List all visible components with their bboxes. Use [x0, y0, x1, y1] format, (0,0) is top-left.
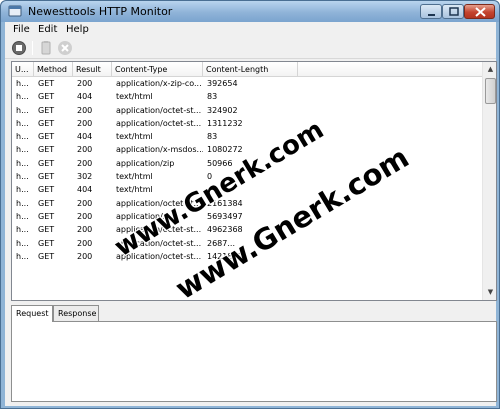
app-window: Newesttools HTTP Monitor File Edit Help [0, 0, 500, 409]
cell-content-length: 324902 [207, 105, 238, 115]
scroll-up-icon[interactable]: ▲ [484, 62, 496, 77]
table-row[interactable]: h... GET 404 text/html 83 [12, 130, 482, 143]
cell-result: 200 [77, 211, 93, 221]
cell-content-length: 83 [207, 92, 218, 102]
tab-request[interactable]: Request [11, 305, 53, 322]
clear-icon[interactable] [38, 40, 54, 56]
delete-icon[interactable] [57, 40, 73, 56]
table-row[interactable]: h... GET 200 application/x... 5693497 [12, 210, 482, 223]
menu-bar: File Edit Help [5, 22, 496, 37]
table-row[interactable]: h... GET 200 application/octet-st... 1311232 [12, 117, 482, 130]
tab-response[interactable]: Response [53, 305, 99, 321]
cell-url: h... [16, 132, 29, 142]
cell-url: h... [16, 211, 29, 221]
menu-edit[interactable]: Edit [38, 24, 57, 35]
cell-result: 404 [77, 92, 93, 102]
cell-content-length: 392654 [207, 79, 238, 88]
cell-content-type: text/html [116, 172, 153, 182]
menu-help[interactable]: Help [66, 24, 89, 35]
window-title: Newesttools HTTP Monitor [28, 5, 173, 18]
close-button[interactable] [464, 4, 495, 19]
app-icon [8, 5, 22, 17]
stop-icon[interactable] [11, 40, 27, 56]
scroll-down-icon[interactable]: ▼ [484, 285, 496, 300]
cell-url: h... [16, 158, 29, 168]
cell-method: GET [38, 172, 55, 182]
cell-content-type: text/html [116, 132, 153, 142]
cell-url: h... [16, 92, 29, 102]
table-row[interactable]: h... GET 200 application/x-zip-co... 392654 [12, 77, 482, 90]
cell-method: GET [38, 185, 55, 195]
cell-content-type: application/octet-st... [116, 118, 202, 128]
client-area: File Edit Help U... Method Result Conten… [5, 22, 497, 406]
cell-url: h... [16, 251, 29, 261]
cell-result: 200 [77, 118, 93, 128]
cell-method: GET [38, 198, 55, 208]
column-header-method[interactable]: Method [34, 62, 73, 77]
cell-method: GET [38, 238, 55, 248]
cell-result: 404 [77, 132, 93, 142]
cell-content-type: application/x-msdos... [116, 145, 203, 155]
toolbar [5, 37, 496, 59]
maximize-icon [449, 7, 459, 16]
title-bar[interactable]: Newesttools HTTP Monitor [1, 1, 499, 22]
cell-result: 200 [77, 251, 93, 261]
cell-content-type: application/octet-st... [116, 105, 202, 115]
status-bar [5, 404, 496, 406]
scroll-thumb[interactable] [485, 78, 496, 104]
cell-result: 200 [77, 105, 93, 115]
cell-method: GET [38, 132, 55, 142]
cell-url: h... [16, 185, 29, 195]
menu-file[interactable]: File [13, 24, 30, 35]
cell-url: h... [16, 118, 29, 128]
cell-result: 302 [77, 172, 93, 182]
cell-result: 200 [77, 198, 93, 208]
cell-url: h... [16, 79, 29, 88]
cell-method: GET [38, 92, 55, 102]
toolbar-separator [32, 41, 33, 55]
column-header-url[interactable]: U... [12, 62, 34, 77]
cell-url: h... [16, 225, 29, 235]
minimize-button[interactable] [420, 4, 442, 19]
cell-result: 404 [77, 185, 93, 195]
minimize-icon [428, 14, 435, 16]
table-row[interactable]: h... GET 200 application/octet-st... 324902 [12, 104, 482, 117]
cell-url: h... [16, 105, 29, 115]
column-header-content-type[interactable]: Content-Type [112, 62, 203, 77]
column-header-content-length[interactable]: Content-Length [203, 62, 298, 77]
cell-content-length: 1311232 [207, 118, 243, 128]
cell-result: 200 [77, 225, 93, 235]
cell-url: h... [16, 238, 29, 248]
cell-url: h... [16, 172, 29, 182]
cell-method: GET [38, 225, 55, 235]
cell-method: GET [38, 145, 55, 155]
cell-content-type: text/html [116, 92, 153, 102]
cell-result: 200 [77, 79, 93, 88]
cell-url: h... [16, 198, 29, 208]
detail-panel[interactable] [11, 321, 497, 402]
close-icon [475, 7, 486, 17]
cell-method: GET [38, 211, 55, 221]
cell-result: 200 [77, 238, 93, 248]
vertical-scrollbar[interactable]: ▲ ▼ [482, 62, 496, 300]
cell-method: GET [38, 158, 55, 168]
table-row[interactable]: h... GET 200 application/octet-st... 2161384 [12, 197, 482, 210]
maximize-button[interactable] [442, 4, 464, 19]
cell-method: GET [38, 79, 55, 88]
cell-method: GET [38, 251, 55, 261]
table-row[interactable]: h... GET 404 text/html 83 [12, 90, 482, 103]
cell-content-type: application/zip [116, 158, 175, 168]
cell-method: GET [38, 118, 55, 128]
cell-result: 200 [77, 158, 93, 168]
cell-url: h... [16, 145, 29, 155]
cell-method: GET [38, 105, 55, 115]
column-header-result[interactable]: Result [73, 62, 112, 77]
list-header: U... Method Result Content-Type Content-… [12, 62, 482, 77]
cell-content-type: application/x-zip-co... [116, 79, 202, 88]
cell-result: 200 [77, 145, 93, 155]
